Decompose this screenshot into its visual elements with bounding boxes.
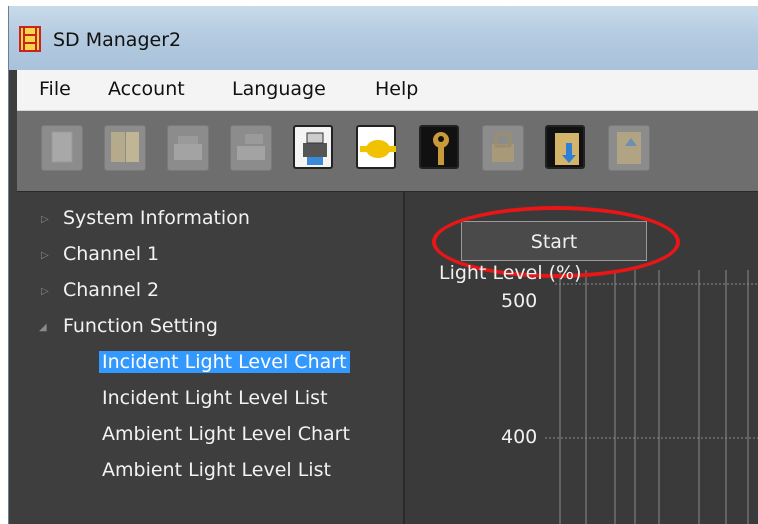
menu-language[interactable]: Language (232, 78, 326, 100)
expand-arrow-icon[interactable]: ▷ (41, 214, 49, 225)
key-icon[interactable] (419, 125, 459, 169)
navigation-tree: ▷ System Information ▷ Channel 1 ▷ Chann… (17, 192, 403, 524)
y-tick-label: 500 (501, 290, 538, 312)
expand-arrow-icon[interactable]: ▷ (41, 286, 49, 297)
app-window: SD Manager2 File Account Language Help ▷… (8, 6, 758, 524)
download-icon[interactable] (545, 125, 585, 169)
tree-item-channel-1[interactable]: Channel 1 (63, 243, 159, 265)
menu-file[interactable]: File (39, 78, 71, 100)
collapse-arrow-icon[interactable]: ◢ (39, 322, 47, 333)
print-icon[interactable] (293, 125, 333, 169)
upload-icon[interactable] (608, 125, 650, 171)
app-logo-icon (19, 26, 41, 52)
new-document-icon[interactable] (41, 125, 83, 171)
open-book-icon[interactable] (104, 125, 146, 171)
title-bar[interactable]: SD Manager2 (9, 6, 758, 70)
tree-item-incident-light-level-chart[interactable]: Incident Light Level Chart (99, 351, 350, 373)
menu-account[interactable]: Account (108, 78, 185, 100)
menu-help[interactable]: Help (375, 78, 418, 100)
expand-arrow-icon[interactable]: ▷ (41, 250, 49, 261)
tree-item-function-setting[interactable]: Function Setting (63, 315, 218, 337)
save-as-icon[interactable] (230, 125, 272, 171)
save-icon[interactable] (167, 125, 209, 171)
y-axis-label: Light Level (%) (439, 262, 582, 284)
tree-item-channel-2[interactable]: Channel 2 (63, 279, 159, 301)
tree-item-ambient-light-level-chart[interactable]: Ambient Light Level Chart (102, 423, 350, 445)
chart-pane: Start Light Level (%) 500 400 (405, 192, 758, 524)
menu-bar: File Account Language Help (17, 70, 758, 111)
tree-item-system-information[interactable]: System Information (63, 207, 250, 229)
connect-icon[interactable] (356, 125, 396, 169)
tree-item-ambient-light-level-list[interactable]: Ambient Light Level List (102, 459, 331, 481)
window-title: SD Manager2 (53, 29, 182, 51)
y-tick-label: 400 (501, 426, 538, 448)
tree-item-incident-light-level-list[interactable]: Incident Light Level List (102, 387, 328, 409)
lock-icon[interactable] (482, 125, 524, 171)
toolbar (17, 111, 758, 192)
